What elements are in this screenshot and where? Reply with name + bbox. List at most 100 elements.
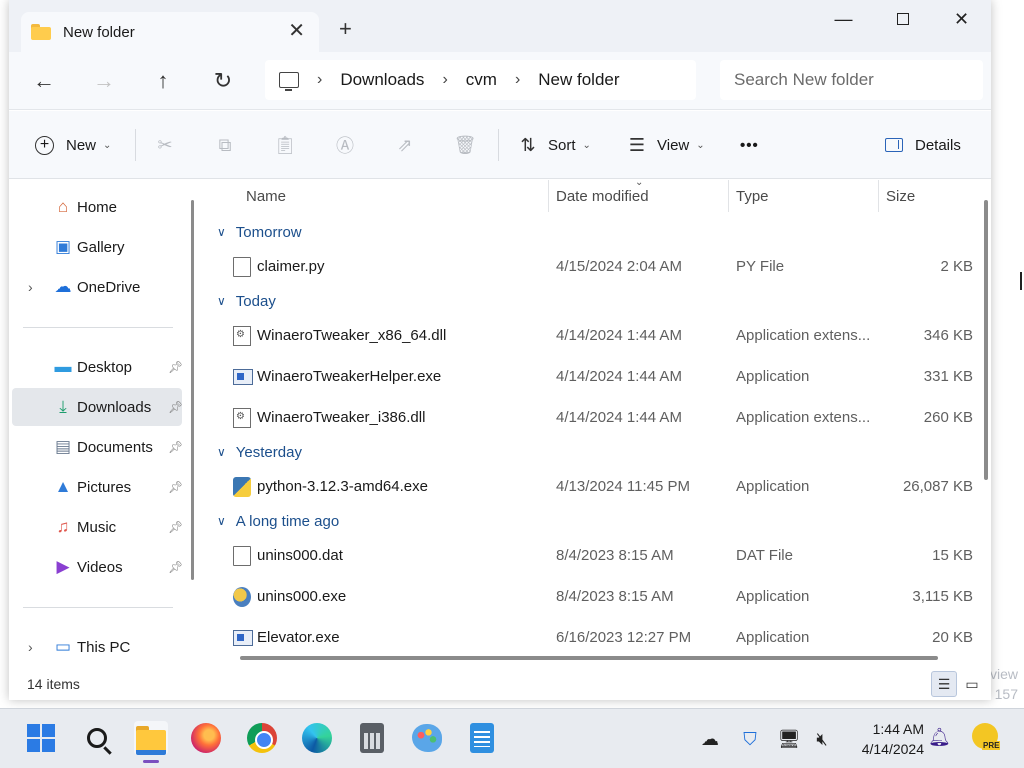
view-list-icon: ☰ (628, 134, 646, 155)
column-header-name[interactable]: Name (246, 180, 286, 212)
chevron-down-icon: ∨ (217, 514, 226, 528)
table-row[interactable]: claimer.py 4/15/2024 2:04 AM PY File 2 K… (205, 248, 973, 286)
delete-button[interactable]: 🗑︎ (454, 133, 477, 157)
file-name: WinaeroTweaker_i386.dll (257, 409, 426, 426)
group-header-today[interactable]: ∨ Today (217, 289, 276, 313)
onedrive-tray-icon[interactable]: ☁ (698, 727, 722, 751)
refresh-button[interactable]: ↻ (208, 66, 238, 96)
table-row[interactable]: unins000.dat 8/4/2023 8:15 AM DAT File 1… (205, 537, 973, 575)
taskbar-calculator[interactable] (355, 721, 389, 755)
chevron-right-icon[interactable]: › (28, 639, 33, 655)
paste-button[interactable]: 📋︎ (274, 133, 297, 157)
group-label: Today (235, 292, 276, 310)
rename-button[interactable]: Ⓐ (334, 133, 356, 157)
pin-icon[interactable]: 📌︎ (168, 360, 183, 374)
search-input[interactable]: Search New folder (720, 60, 983, 100)
taskbar-search-button[interactable] (80, 721, 114, 755)
tab-close-icon[interactable]: ✕ (288, 21, 305, 41)
sidebar-item-onedrive[interactable]: › ☁ OneDrive (12, 268, 182, 306)
column-divider[interactable] (728, 180, 729, 212)
breadcrumb-item-cvm[interactable]: cvm (466, 70, 497, 90)
chevron-right-icon[interactable]: › (515, 71, 520, 89)
new-tab-button[interactable]: + (339, 18, 352, 40)
view-button[interactable]: ☰ View ⌄ (626, 133, 705, 157)
network-tray-icon[interactable]: 🖥︎ (777, 727, 801, 751)
breadcrumb-item-downloads[interactable]: Downloads (340, 70, 424, 90)
taskbar-chrome[interactable] (245, 721, 279, 755)
column-header-size[interactable]: Size (886, 180, 915, 212)
sidebar-item-label: Home (77, 198, 118, 216)
sidebar-item-home[interactable]: ⌂ Home (12, 188, 182, 226)
back-button[interactable]: ← (29, 66, 59, 96)
forward-button[interactable]: → (89, 66, 119, 96)
sort-button[interactable]: ⇅ Sort ⌄ (517, 133, 590, 157)
file-list-vertical-scrollbar[interactable] (984, 200, 988, 480)
chevron-down-icon: ⌄ (696, 139, 705, 151)
table-row[interactable]: Elevator.exe 6/16/2023 12:27 PM Applicat… (205, 619, 973, 657)
share-button[interactable]: ⇗ (394, 133, 416, 157)
breadcrumb[interactable]: › Downloads › cvm › New folder (265, 60, 696, 100)
taskbar-paint[interactable] (410, 721, 444, 755)
taskbar-file-explorer[interactable] (134, 721, 168, 763)
start-button[interactable] (24, 721, 58, 755)
notification-bell-icon[interactable]: 🔔︎ (928, 727, 951, 748)
rename-icon: Ⓐ (336, 136, 354, 156)
group-label: A long time ago (235, 512, 340, 530)
group-header-tomorrow[interactable]: ∨ Tomorrow (217, 220, 302, 244)
volume-muted-icon[interactable]: 🔇︎ (810, 727, 834, 751)
start-icon (27, 724, 55, 752)
sidebar-item-music[interactable]: ♫ Music 📌︎ (12, 508, 184, 546)
group-header-yesterday[interactable]: ∨ Yesterday (217, 440, 302, 464)
file-name: WinaeroTweakerHelper.exe (257, 368, 442, 385)
sidebar-item-documents[interactable]: ▤ Documents 📌︎ (12, 428, 183, 466)
breadcrumb-item-new-folder[interactable]: New folder (538, 70, 619, 90)
search-icon (87, 728, 107, 748)
pin-icon[interactable]: 📌︎ (168, 520, 183, 534)
this-pc-icon[interactable] (279, 72, 299, 91)
column-divider[interactable] (548, 180, 549, 212)
more-options-button[interactable]: ••• (740, 133, 759, 157)
folder-icon (31, 24, 51, 40)
cut-button[interactable]: ✂ (154, 133, 176, 157)
column-divider[interactable] (878, 180, 879, 212)
table-row[interactable]: WinaeroTweaker_i386.dll 4/14/2024 1:44 A… (205, 399, 973, 437)
pin-icon[interactable]: 📌︎ (168, 440, 183, 454)
sidebar-item-pictures[interactable]: ▲ Pictures 📌︎ (12, 468, 184, 506)
clock[interactable]: 1:44 AM 4/14/2024 (840, 719, 924, 759)
pin-icon[interactable]: 📌︎ (168, 560, 183, 574)
new-button[interactable]: + New ⌄ (35, 133, 111, 157)
details-pane-button[interactable]: Details (885, 133, 961, 157)
up-button[interactable]: ↑ (148, 66, 178, 96)
sidebar-item-desktop[interactable]: ▬ Desktop 📌︎ (12, 348, 184, 386)
table-row[interactable]: WinaeroTweaker_x86_64.dll 4/14/2024 1:44… (205, 317, 973, 355)
close-button[interactable]: ✕ (932, 0, 991, 38)
pin-icon[interactable]: 📌︎ (168, 480, 183, 494)
taskbar-edge[interactable] (300, 721, 334, 755)
sidebar-item-downloads[interactable]: ⤓ Downloads 📌︎ (12, 388, 183, 426)
copy-button[interactable]: ⧉ (214, 133, 236, 157)
table-row[interactable]: unins000.exe 8/4/2023 8:15 AM Applicatio… (205, 578, 973, 616)
maximize-button[interactable] (873, 0, 932, 38)
file-list-horizontal-scrollbar[interactable] (240, 656, 938, 660)
chevron-right-icon[interactable]: › (317, 71, 322, 89)
sidebar-item-this-pc[interactable]: › ▭ This PC (12, 628, 182, 666)
preview-build-icon[interactable] (970, 723, 1002, 755)
tiles-view-button[interactable]: ▭ (959, 671, 985, 697)
chevron-right-icon[interactable]: › (28, 279, 33, 295)
sidebar-item-videos[interactable]: ▶ Videos 📌︎ (12, 548, 183, 586)
pin-icon[interactable]: 📌︎ (168, 400, 183, 414)
sidebar-scrollbar[interactable] (191, 200, 194, 580)
security-tray-icon[interactable]: ⛉ (738, 727, 762, 751)
details-view-button[interactable]: ☰ (931, 671, 957, 697)
sidebar-item-label: This PC (77, 638, 131, 656)
taskbar-firefox[interactable] (189, 721, 223, 755)
sidebar-item-gallery[interactable]: ▣ Gallery (12, 228, 182, 266)
tab-new-folder[interactable]: New folder ✕ (21, 12, 319, 52)
group-header-a-long-time-ago[interactable]: ∨ A long time ago (217, 509, 339, 533)
table-row[interactable]: WinaeroTweakerHelper.exe 4/14/2024 1:44 … (205, 358, 973, 396)
column-header-type[interactable]: Type (736, 180, 769, 212)
chevron-right-icon[interactable]: › (442, 71, 447, 89)
minimize-button[interactable]: — (814, 0, 873, 38)
table-row[interactable]: python-3.12.3-amd64.exe 4/13/2024 11:45 … (205, 468, 973, 506)
taskbar-notepad[interactable] (465, 721, 499, 755)
